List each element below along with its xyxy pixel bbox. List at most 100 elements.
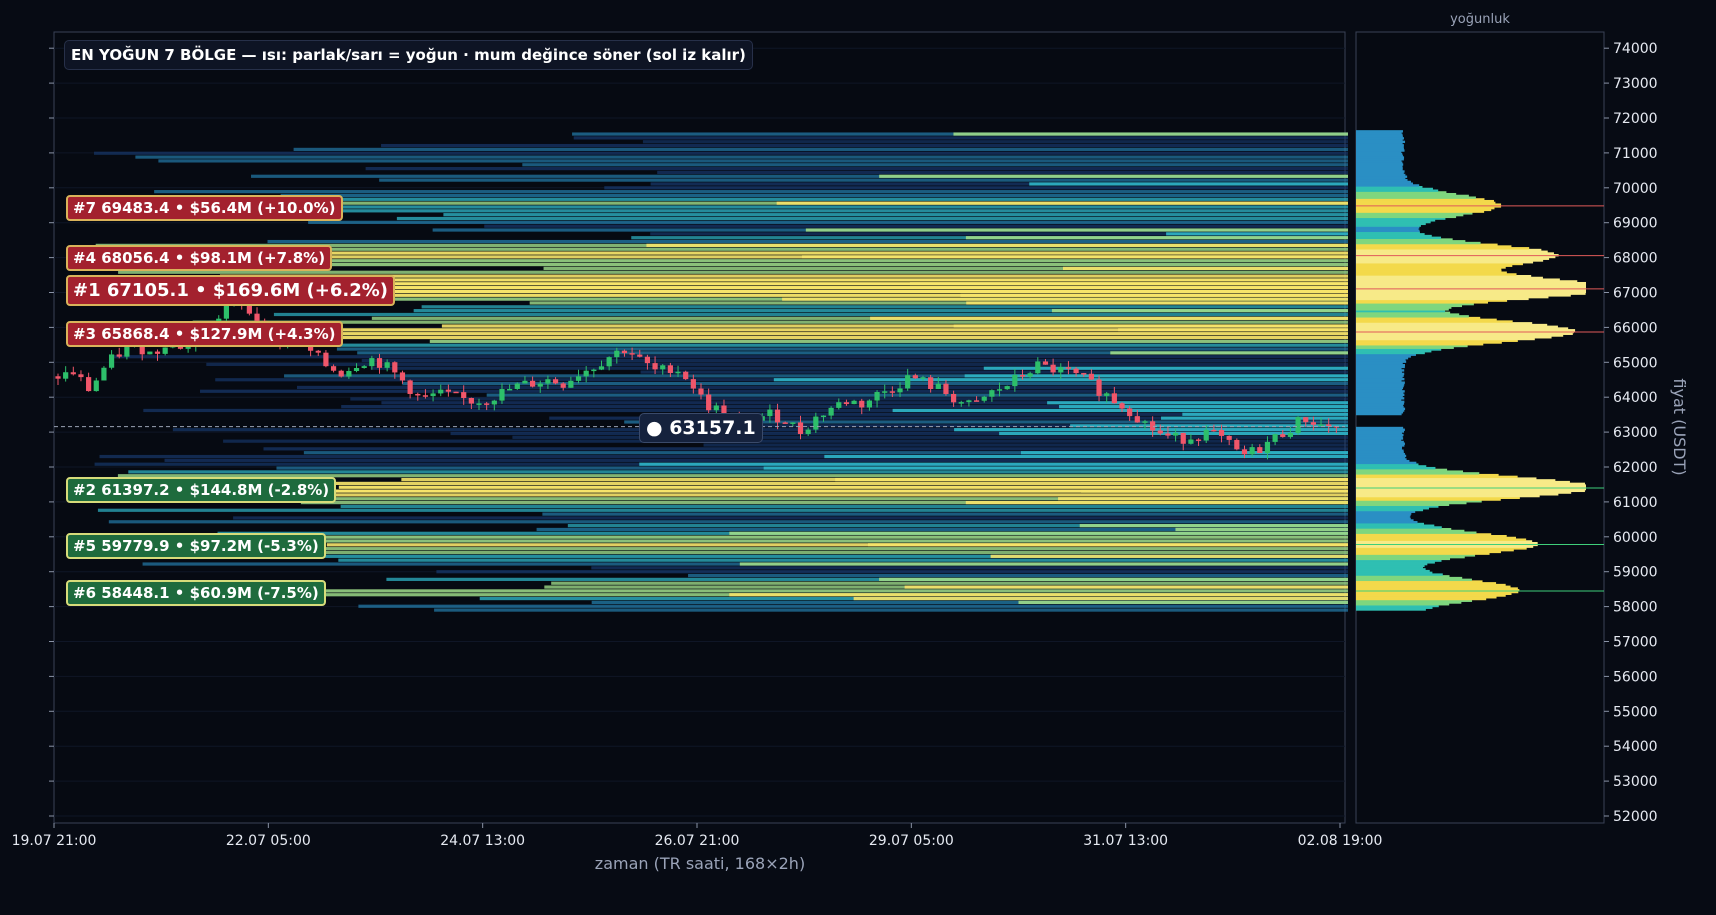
- y-tick-label: 66000: [1613, 320, 1658, 336]
- heat-band-bright: [1161, 416, 1348, 420]
- candle-body: [1280, 434, 1286, 437]
- zone-label-3: #3 65868.4 • $127.9M (+4.3%): [66, 320, 343, 347]
- zone-label-7: #7 69483.4 • $56.4M (+10.0%): [66, 194, 343, 221]
- heat-band-bright: [1059, 405, 1348, 409]
- candle-body: [392, 362, 398, 373]
- candle-body: [1257, 447, 1263, 454]
- candle-body: [376, 358, 383, 368]
- candle-body: [108, 354, 115, 368]
- candle-body: [1142, 421, 1148, 423]
- heat-band-bright: [1118, 328, 1348, 332]
- candle-body: [675, 371, 681, 374]
- x-tick-label: 24.07 13:00: [440, 833, 525, 849]
- heat-band-bright: [1062, 266, 1348, 271]
- heat-band: [340, 504, 1348, 509]
- candle-body: [369, 358, 375, 367]
- candle-body: [522, 380, 528, 384]
- candle-body: [1295, 417, 1301, 434]
- heat-band: [339, 332, 1348, 336]
- current-price-tag: ● 63157.1: [639, 413, 763, 443]
- candle-body: [407, 380, 413, 394]
- heat-band: [94, 151, 1349, 155]
- candle-body: [101, 367, 107, 381]
- candle-body: [1042, 361, 1049, 365]
- candle-body: [575, 376, 582, 381]
- profile-bar: [1356, 130, 1403, 133]
- candle-body: [943, 383, 949, 394]
- heat-band: [642, 140, 1348, 144]
- candle-body: [1035, 361, 1041, 374]
- candle-body: [1119, 403, 1125, 409]
- candle-body: [805, 429, 811, 434]
- heat-band: [640, 370, 1348, 374]
- heat-band: [97, 508, 1349, 512]
- heat-band: [318, 251, 1348, 255]
- heat-band-bright: [879, 174, 1348, 178]
- zone-label-5: #5 59779.9 • $97.2M (-5.3%): [66, 533, 326, 560]
- candle-body: [223, 305, 230, 319]
- y-axis-label: fiyat (USDT): [1670, 378, 1689, 475]
- chart-title: EN YOĞUN 7 BÖLGE — ısı: parlak/sarı = yo…: [64, 40, 753, 70]
- heat-band-bright: [646, 243, 1348, 247]
- candle-body: [683, 371, 689, 380]
- y-tick-label: 58000: [1613, 600, 1658, 616]
- candle-body: [1019, 375, 1026, 377]
- y-tick-label: 60000: [1613, 530, 1658, 546]
- heat-band-bright: [853, 596, 1348, 601]
- candle-body: [1172, 432, 1179, 436]
- candle-body: [537, 383, 543, 387]
- candle-body: [813, 416, 819, 430]
- candle-body: [361, 366, 367, 369]
- candle-body: [93, 380, 99, 392]
- candle-body: [1073, 368, 1079, 374]
- chart-canvas: 52000 53000 54000 55000 56000 57000 58000 59000…: [12, 12, 1689, 873]
- heat-band: [164, 458, 1349, 462]
- heat-band-bright: [1166, 232, 1348, 236]
- candle-body: [828, 407, 834, 416]
- candle-body: [1104, 393, 1110, 396]
- candle-body: [774, 409, 781, 423]
- heat-band-bright: [1020, 451, 1348, 455]
- heat-band: [273, 312, 1348, 317]
- candle-body: [545, 379, 551, 384]
- candle-body: [606, 357, 612, 367]
- candle-body: [652, 363, 658, 370]
- heat-band-bright: [904, 585, 1348, 589]
- candle-body: [116, 354, 122, 357]
- candle-body: [660, 365, 666, 370]
- candle-body: [882, 391, 888, 393]
- candle-body: [1203, 429, 1209, 441]
- heat-band-bright: [909, 282, 1348, 286]
- candle-body: [1004, 386, 1010, 390]
- heat-band-bright: [729, 593, 1348, 597]
- candle-body: [1127, 408, 1133, 417]
- x-tick-label: 19.07 21:00: [12, 833, 97, 849]
- candle-body: [162, 347, 168, 354]
- heat-band: [200, 389, 1348, 393]
- candle-body: [951, 393, 957, 403]
- candle-body: [507, 388, 513, 391]
- candle-body: [1241, 449, 1248, 455]
- heat-band: [573, 136, 1348, 140]
- candle-body: [491, 400, 497, 405]
- candle-body: [384, 362, 390, 368]
- profile-title: yoğunluk: [1450, 12, 1510, 27]
- heat-band-bright: [729, 531, 1348, 535]
- heat-band-bright: [1051, 309, 1348, 313]
- candle-body: [905, 375, 911, 389]
- heat-band: [443, 213, 1348, 217]
- candle-body: [1027, 373, 1033, 377]
- heat-band: [280, 193, 1349, 198]
- heat-band: [429, 339, 1349, 343]
- zone-label-6: #6 58448.1 • $60.9M (-7.5%): [66, 579, 326, 606]
- heat-band-bright: [776, 201, 1348, 205]
- heat-band: [522, 163, 1348, 167]
- candle-body: [1211, 429, 1217, 432]
- candle-body: [583, 370, 589, 377]
- candle-body: [353, 368, 360, 371]
- y-tick-label: 53000: [1613, 774, 1658, 790]
- candle-body: [1264, 441, 1271, 454]
- y-tick-label: 70000: [1613, 181, 1658, 197]
- candle-body: [476, 403, 482, 405]
- heat-band: [361, 358, 1348, 363]
